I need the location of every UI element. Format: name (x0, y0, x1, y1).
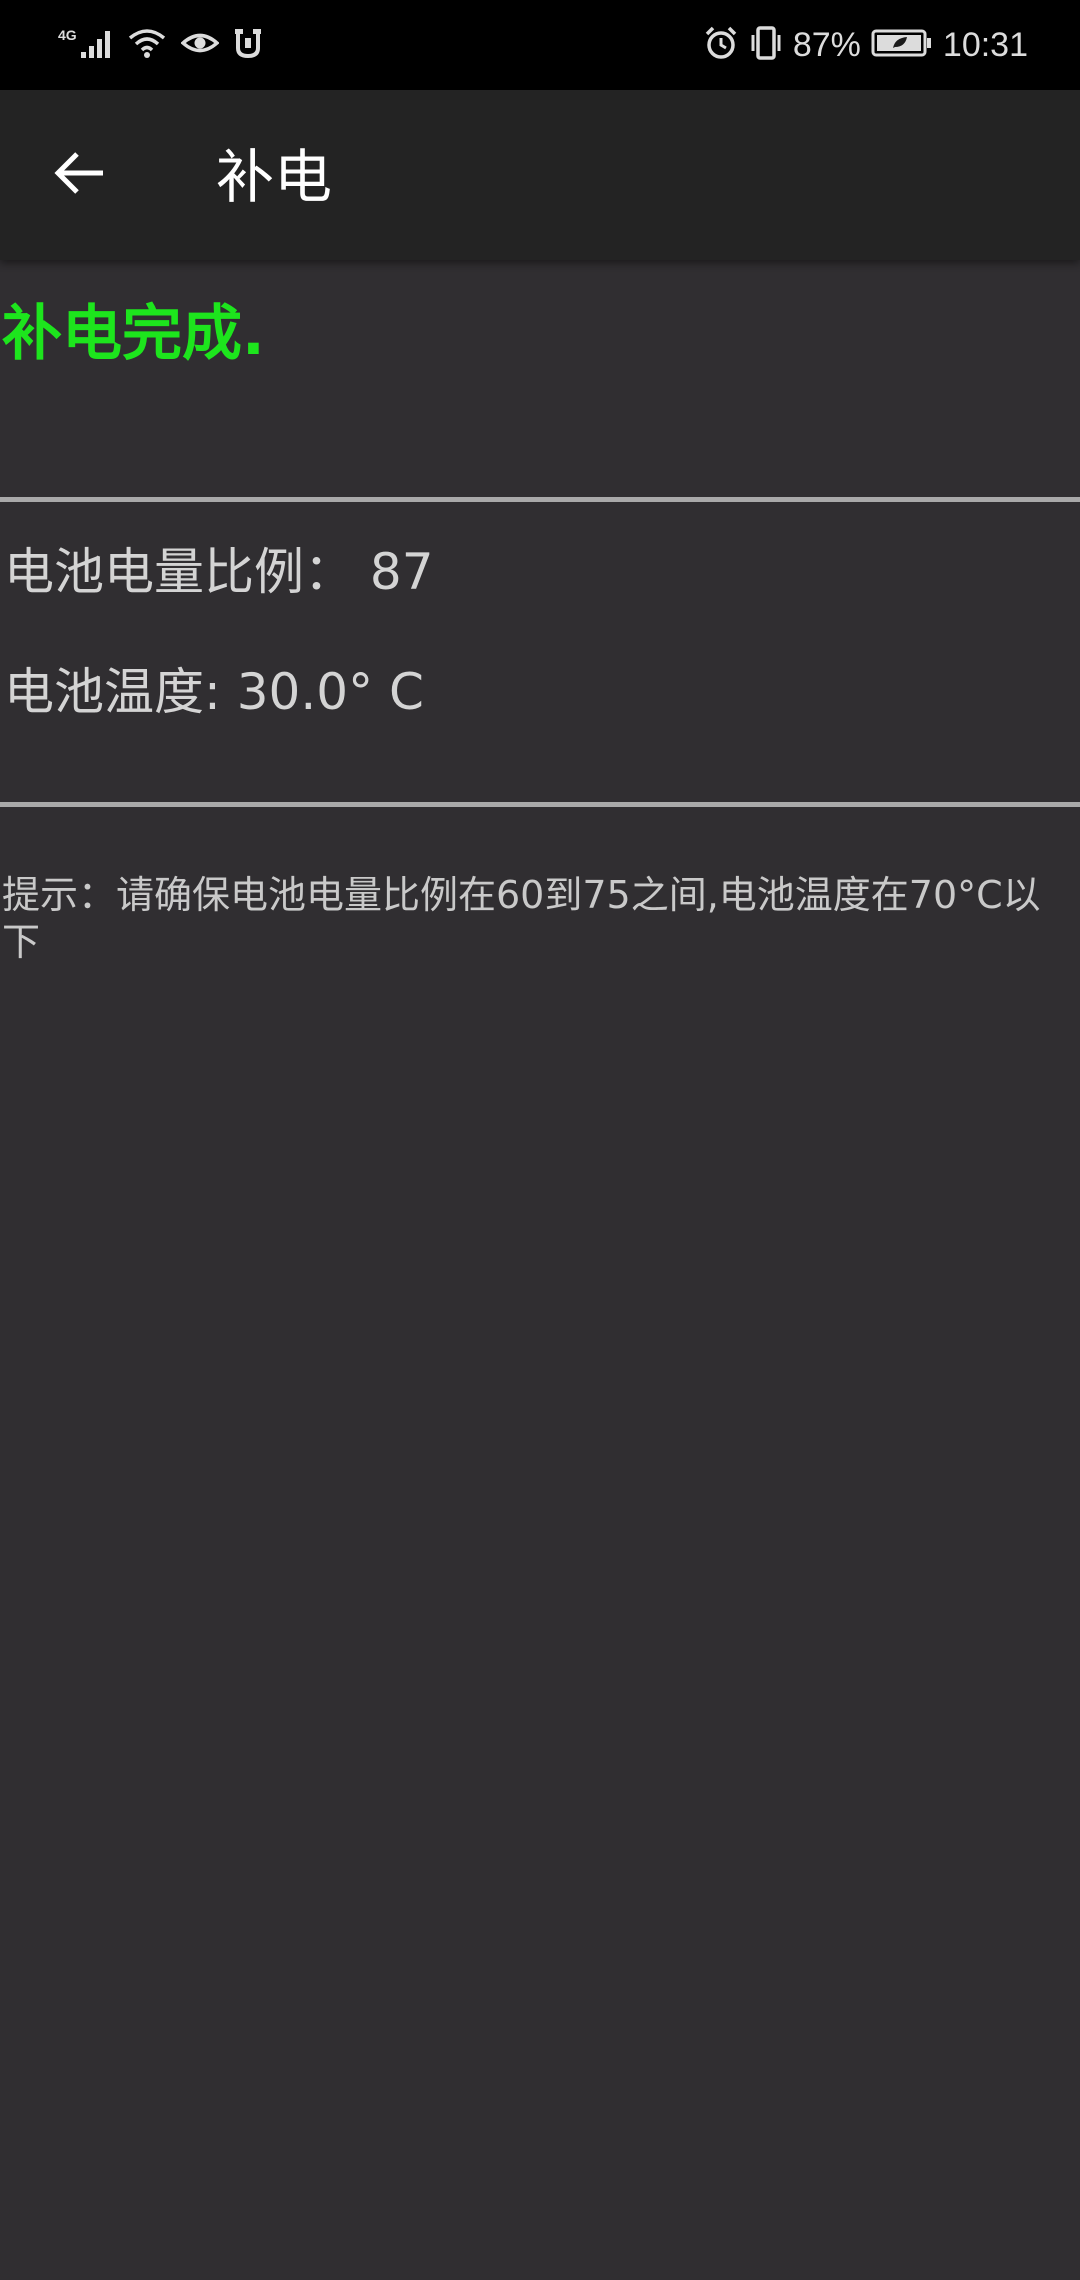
status-left-icons: 4G (58, 22, 263, 68)
page-title: 补电 (216, 143, 333, 211)
divider-top (0, 497, 1080, 502)
divider-bottom (0, 802, 1080, 807)
back-button[interactable] (40, 135, 120, 215)
alarm-icon (703, 25, 739, 65)
signal-icon (79, 26, 113, 64)
battery-level-text: 电池电量比例： 87 (4, 543, 434, 601)
battery-icon (871, 28, 933, 62)
app-bar: 补电 (0, 90, 1080, 260)
eye-comfort-icon (180, 28, 220, 62)
network-type-label: 4G (58, 27, 77, 43)
status-bar: 4G 87% 10:31 (0, 0, 1080, 90)
status-right-icons: 87% 10:31 (703, 22, 1028, 68)
battery-percent: 87% (792, 26, 861, 64)
hint-text: 提示：请确保电池电量比例在60到75之间,电池温度在70°C以下 (2, 873, 1041, 964)
charge-status-message: 补电完成. (2, 299, 265, 369)
battery-temperature-text: 电池温度: 30.0° C (4, 663, 424, 721)
vibrate-icon (749, 25, 783, 65)
back-arrow-icon (53, 146, 107, 204)
wifi-icon (127, 26, 167, 64)
vpn-icon (233, 26, 263, 64)
clock: 10:31 (942, 26, 1028, 64)
